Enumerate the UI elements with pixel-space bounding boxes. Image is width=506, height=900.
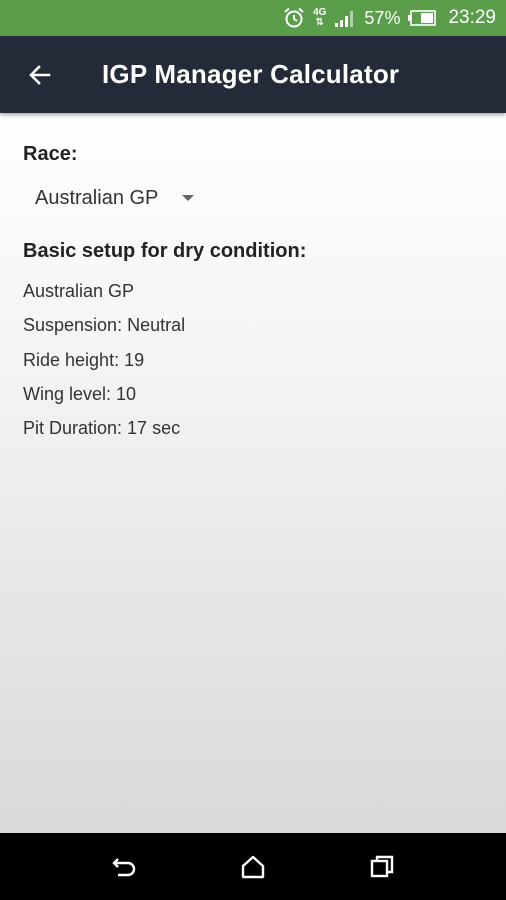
- home-icon: [241, 855, 265, 878]
- network-4g-icon: 4G ⇅: [313, 7, 327, 28]
- setup-race-name: Australian GP: [23, 281, 135, 301]
- arrow-back-icon: [29, 64, 51, 85]
- clock: 23:29: [448, 7, 496, 28]
- battery-percent: 57%: [364, 7, 401, 28]
- race-label: Race:: [23, 143, 78, 165]
- app-bar: IGP Manager Calculator: [0, 36, 506, 113]
- back-button[interactable]: [0, 36, 76, 113]
- signal-icon: [334, 6, 356, 30]
- battery-icon: [408, 6, 437, 30]
- recents-icon: [370, 855, 393, 877]
- setup-pit-duration: Pit Duration: 17 sec: [23, 418, 181, 439]
- back-nav-icon: [112, 857, 136, 876]
- page-title: IGP Manager Calculator: [102, 59, 400, 89]
- setup-suspension: Suspension: Neutral: [23, 315, 186, 336]
- nav-recents-button[interactable]: [352, 837, 412, 897]
- race-dropdown[interactable]: Australian GP: [23, 181, 195, 215]
- main-content: Race: Australian GP Basic setup for dry …: [0, 113, 506, 833]
- setup-wing-level: Wing level: 10: [23, 383, 137, 404]
- race-dropdown-value: Australian GP: [35, 186, 159, 209]
- nav-back-button[interactable]: [94, 837, 154, 897]
- alarm-icon: [283, 6, 305, 30]
- system-nav-bar: [0, 833, 506, 900]
- dropdown-arrow-icon: [182, 195, 195, 201]
- setup-section-title: Basic setup for dry condition:: [23, 240, 307, 262]
- setup-ride-height: Ride height: 19: [23, 349, 145, 370]
- nav-home-button[interactable]: [223, 837, 283, 897]
- setup-info-list: Australian GP Suspension: Neutral Ride h…: [23, 280, 185, 451]
- status-bar: 4G ⇅ 57% 23:29: [0, 0, 506, 36]
